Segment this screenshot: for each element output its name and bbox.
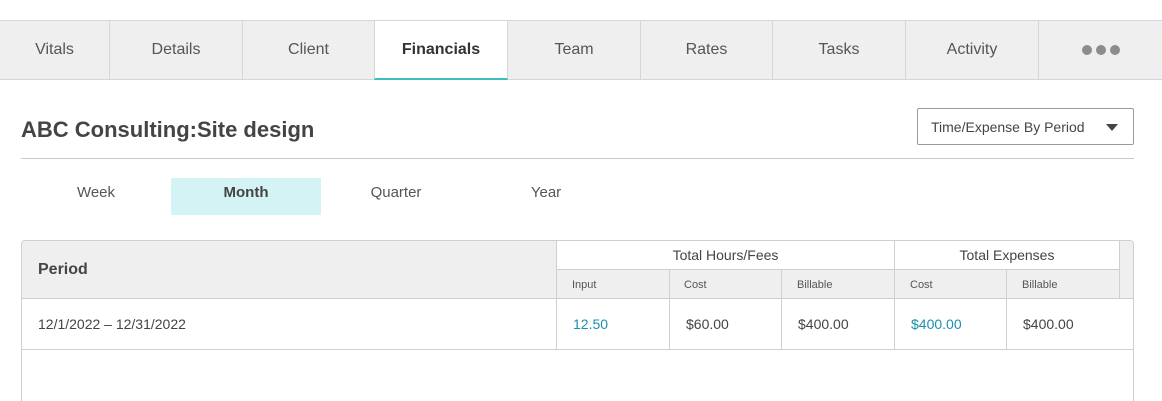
expense-cost-link[interactable]: $400.00 — [895, 299, 1006, 349]
caret-down-icon — [1106, 124, 1118, 131]
period-label: Year — [530, 184, 562, 201]
expense-billable-column-header: Billable — [1022, 278, 1058, 291]
tab-bar: Vitals Details Client Financials Team Ra… — [0, 20, 1162, 80]
billable-value: $400.00 — [798, 316, 849, 332]
tab-label: Details — [151, 41, 201, 58]
tab-rates[interactable]: Rates — [641, 21, 773, 79]
period-year-button[interactable]: Year — [471, 178, 621, 215]
tab-tasks[interactable]: Tasks — [773, 21, 906, 79]
report-type-value: Time/Expense By Period — [931, 118, 1085, 135]
tab-client[interactable]: Client — [243, 21, 375, 79]
financials-table: Period Total Hours/Fees Total Expenses I… — [21, 240, 1134, 401]
tab-label: Client — [288, 41, 329, 58]
tab-team[interactable]: Team — [508, 21, 641, 79]
row-divider — [22, 349, 1133, 350]
total-expenses-header: Total Expenses — [895, 241, 1119, 269]
tab-label: Rates — [685, 41, 728, 58]
input-hours-link[interactable]: 12.50 — [557, 299, 669, 349]
tab-label: Tasks — [818, 41, 860, 58]
tab-label: Team — [554, 41, 594, 58]
period-label: Month — [223, 184, 269, 201]
tab-financials[interactable]: Financials — [374, 21, 508, 80]
more-horizontal-icon — [1081, 45, 1120, 55]
tab-label: Financials — [401, 40, 481, 58]
report-type-select[interactable]: Time/Expense By Period — [917, 108, 1134, 145]
column-divider — [1119, 241, 1120, 299]
tab-vitals[interactable]: Vitals — [0, 21, 110, 79]
tab-label: Vitals — [35, 41, 74, 58]
cost-column-header: Cost — [684, 278, 707, 291]
input-column-header: Input — [572, 278, 597, 291]
period-column-header: Period — [38, 261, 88, 278]
period-quarter-button[interactable]: Quarter — [321, 178, 471, 215]
period-label: Quarter — [370, 184, 422, 201]
title-divider — [21, 158, 1134, 159]
tab-activity[interactable]: Activity — [906, 21, 1039, 79]
expense-cost-column-header: Cost — [910, 278, 933, 291]
period-label: Week — [76, 184, 116, 201]
period-week-button[interactable]: Week — [21, 178, 171, 215]
expense-billable-value: $400.00 — [1023, 316, 1074, 332]
table-row-period: 12/1/2022 – 12/31/2022 — [38, 316, 186, 332]
page-title: ABC Consulting:Site design — [21, 117, 315, 142]
total-hours-fees-header: Total Hours/Fees — [557, 241, 894, 269]
period-month-button[interactable]: Month — [171, 178, 321, 215]
tab-more[interactable] — [1039, 21, 1162, 79]
cost-value: $60.00 — [686, 316, 729, 332]
billable-column-header: Billable — [797, 278, 833, 291]
header-divider — [557, 269, 1119, 270]
tab-details[interactable]: Details — [110, 21, 243, 79]
tab-label: Activity — [946, 41, 998, 58]
